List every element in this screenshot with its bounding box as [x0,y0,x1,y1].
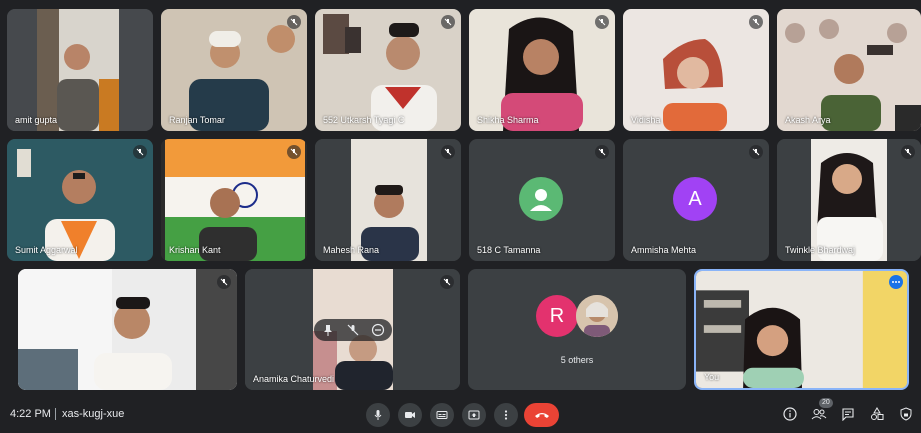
participant-tile[interactable]: A Ammisha Mehta [623,139,769,261]
present-button[interactable] [462,403,486,427]
participant-tile[interactable]: Anamika Chaturvedi [245,269,460,390]
participant-name: Twinkle Bhardwaj [785,245,856,255]
video-feed [315,9,461,131]
mic-icon [374,410,382,420]
participant-name: You [704,372,720,382]
hang-up-icon [534,413,549,418]
avatar-initial: A [688,187,702,210]
participant-name: Ammisha Mehta [631,245,697,255]
video-feed [18,269,237,390]
participant-name: Ranjan Tomar [169,115,225,125]
mic-off-icon [595,145,609,159]
tile-hover-controls [314,319,392,341]
participant-tile[interactable]: Mahesh Rana [315,139,461,261]
mic-off-icon [133,145,147,159]
microphone-button[interactable] [366,403,390,427]
avatar-initial: R [549,304,565,327]
camera-icon [405,412,415,418]
more-vert-icon [504,410,508,420]
video-feed [777,9,921,131]
video-feed [7,9,153,131]
participant-tile[interactable]: Twinkle Bhardwaj [777,139,921,261]
video-feed [161,9,307,131]
participant-tile[interactable]: amit gupta [7,9,153,131]
person-icon [530,189,552,211]
participant-name: Akash Arya [785,115,831,125]
participant-name: 552 Utkarsh Tyagi C [323,115,405,125]
captions-icon [436,411,448,419]
avatar [519,177,563,221]
avatar: A [673,177,717,221]
video-feed [696,271,907,388]
divider [55,408,56,420]
participant-tile[interactable]: Ranjan Tomar [161,9,307,131]
meeting-toolbar: 4:22 PM xas-kugj-xue [0,394,921,433]
participant-name: amit gupta [15,115,58,125]
camera-button[interactable] [398,403,422,427]
self-tile[interactable]: You [694,269,909,390]
chat-icon [842,408,854,421]
captions-button[interactable] [430,403,454,427]
mic-off-icon [440,275,454,289]
people-count-badge: 20 [819,398,833,408]
mic-off-icon [441,145,455,159]
remove-icon[interactable] [371,323,385,337]
participant-tile[interactable]: Akash Arya [777,9,921,131]
participant-tile[interactable]: Shikha Sharma [469,9,615,131]
activities-icon [871,407,884,420]
shield-lock-icon [900,407,912,421]
meeting-code: xas-kugj-xue [62,408,125,420]
video-feed [469,9,615,131]
mic-off-icon [287,145,301,159]
participant-name: Anamika Chaturvedi [253,374,335,384]
participant-tile[interactable]: 518 C Tamanna [469,139,615,261]
participant-tile[interactable]: Sumit Aggarwal [7,139,153,261]
more-options-icon[interactable] [889,275,903,289]
avatar: R [536,295,578,337]
mute-participant-icon[interactable] [346,323,360,337]
participant-tile[interactable] [18,269,237,390]
others-tile[interactable]: R 5 others [468,269,686,390]
host-controls-button[interactable] [896,404,916,424]
mic-off-icon [441,15,455,29]
participant-name: Sumit Aggarwal [15,245,78,255]
people-icon [811,409,827,420]
participant-tile[interactable]: Krishan Kant [161,139,307,261]
mic-off-icon [217,275,231,289]
activities-button[interactable] [867,404,887,424]
participant-name: Mahesh Rana [323,245,380,255]
mic-off-icon [749,15,763,29]
mic-off-icon [901,145,915,159]
info-icon [783,407,797,421]
meeting-details-button[interactable] [780,404,800,424]
video-feed [161,139,307,261]
video-feed [7,139,153,261]
meeting-time: 4:22 PM [10,408,51,420]
leave-call-button[interactable] [524,403,559,427]
pin-icon[interactable] [321,323,335,337]
participant-name: Vidisha [631,115,661,125]
video-feed [623,9,769,131]
participant-tile[interactable]: 552 Utkarsh Tyagi C [315,9,461,131]
mic-off-icon [287,15,301,29]
avatar-photo [576,295,618,337]
others-count-label: 5 others [560,355,594,365]
participant-tile[interactable]: Vidisha [623,9,769,131]
video-feed [777,139,921,261]
participant-name: Krishan Kant [169,245,221,255]
participant-name: 518 C Tamanna [477,245,541,255]
present-screen-icon [468,410,480,420]
mic-off-icon [595,15,609,29]
more-options-button[interactable] [494,403,518,427]
video-feed [315,139,461,261]
mic-off-icon [749,145,763,159]
chat-button[interactable] [838,404,858,424]
participant-name: Shikha Sharma [477,115,539,125]
